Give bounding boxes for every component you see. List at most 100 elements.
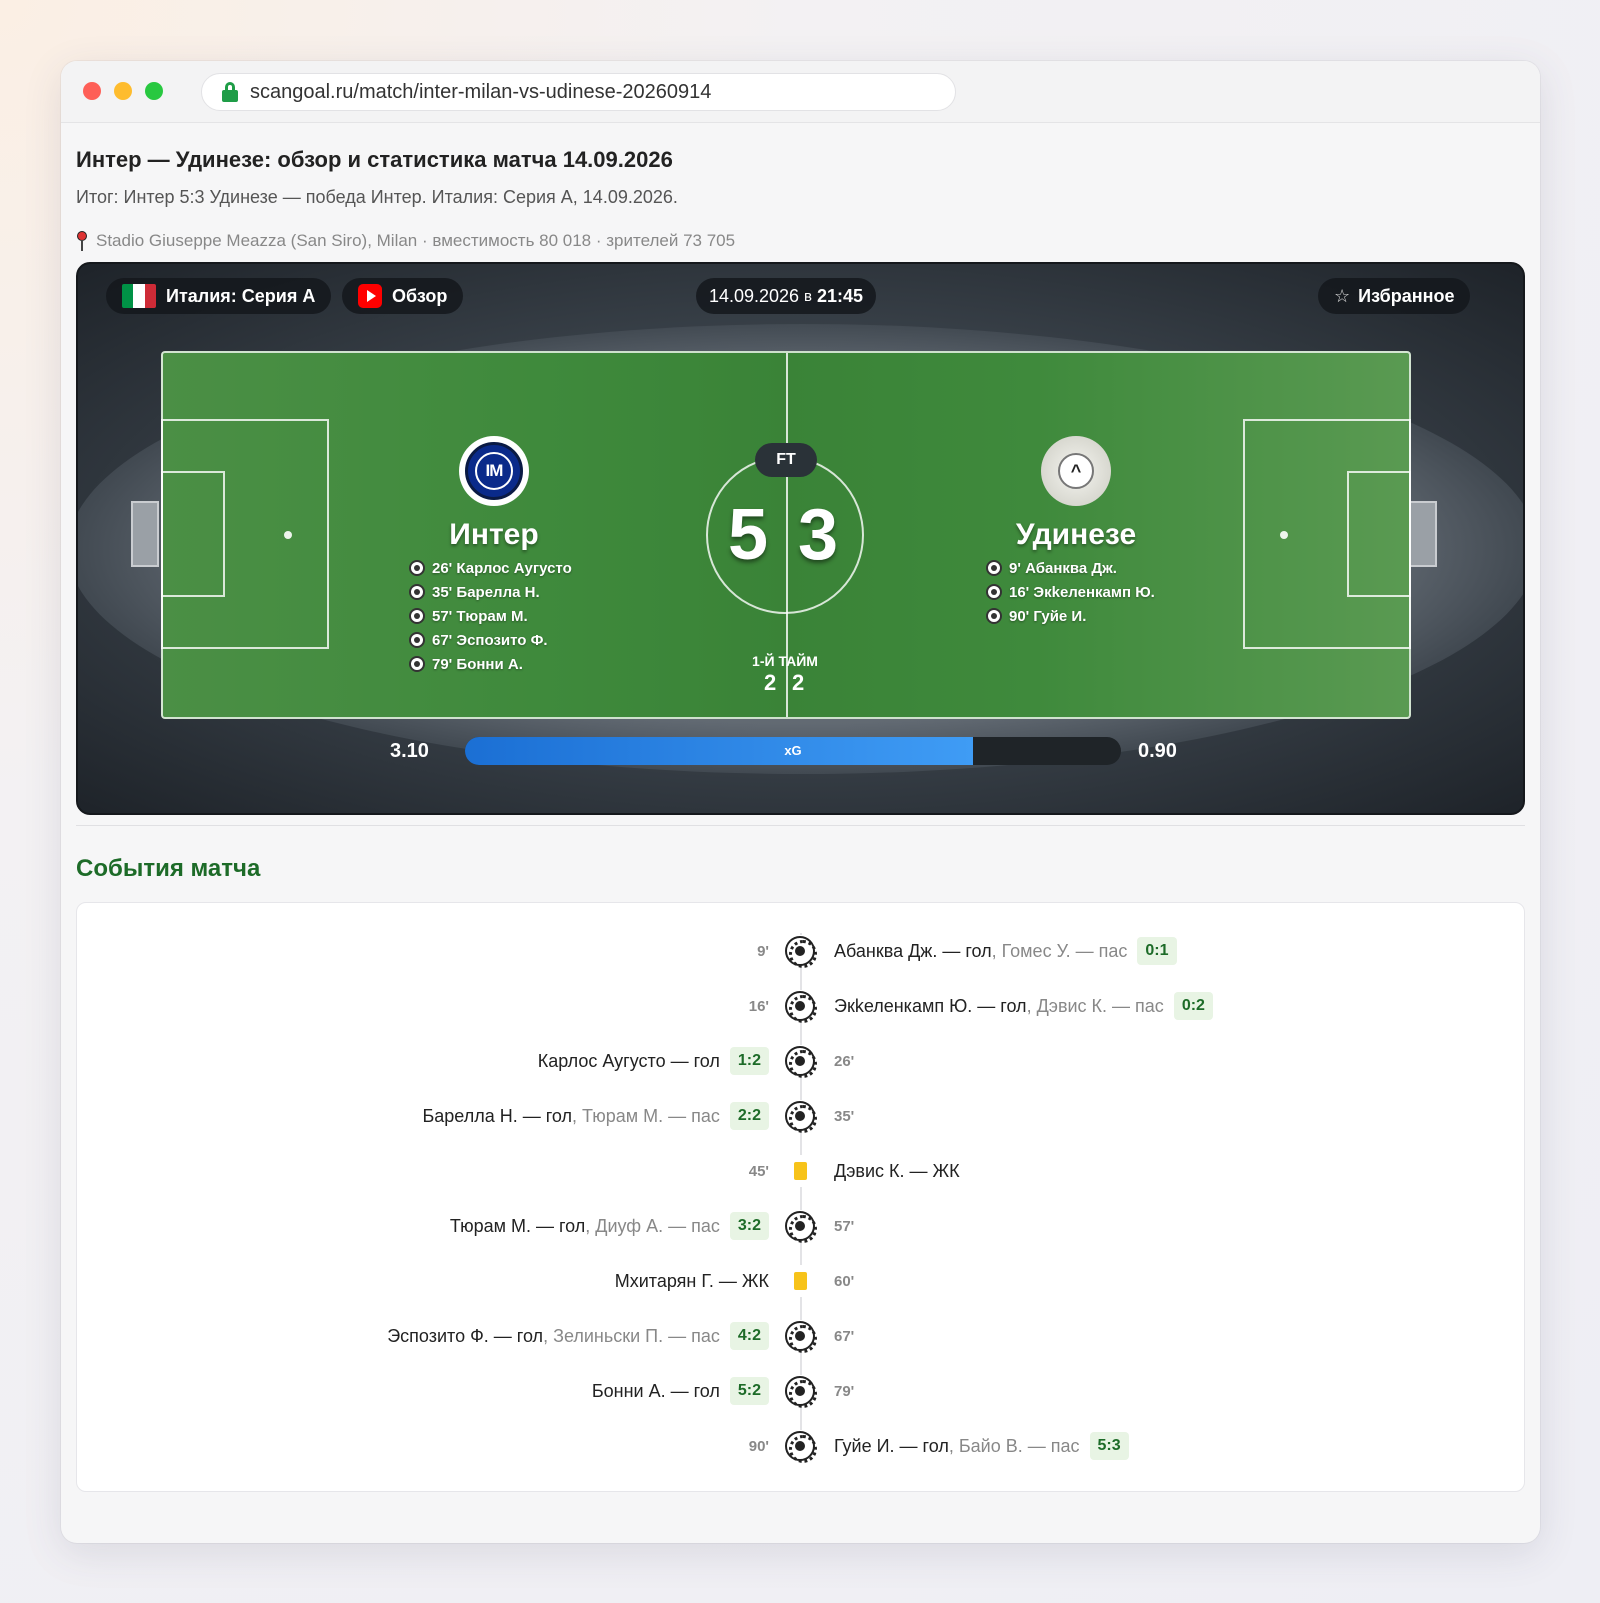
- goal-ball-icon: [784, 990, 817, 1023]
- event-score-badge: 0:1: [1137, 937, 1177, 965]
- goal-ball-icon: [784, 935, 817, 968]
- goal-ball-icon: [409, 656, 425, 672]
- goal-ball-icon: [784, 1320, 817, 1353]
- event-description: Абанква Дж. — гол: [834, 940, 992, 961]
- goal-ball-icon: [986, 584, 1002, 600]
- venue-info: Stadio Giuseppe Meazza (San Siro), Milan…: [76, 231, 735, 251]
- italy-flag-icon: [122, 284, 156, 308]
- event-right: 26': [834, 1041, 854, 1081]
- goal-ball-icon: [986, 608, 1002, 624]
- event-score-badge: 2:2: [729, 1102, 769, 1130]
- goal-ball-icon: [409, 608, 425, 624]
- goal-ball-icon: [784, 1375, 817, 1408]
- match-time: 21:45: [817, 285, 864, 306]
- event-score-badge: 4:2: [729, 1322, 769, 1350]
- inter-logo: IM: [459, 436, 529, 506]
- away-score: 3: [798, 495, 839, 575]
- event-description: Барелла Н. — гол: [422, 1105, 573, 1126]
- event-assist: , Диуф А. — пас: [585, 1215, 720, 1236]
- url-text: scangoal.ru/match/inter-milan-vs-udinese…: [250, 80, 712, 103]
- event-right: Гуйе И. — гол, Байо В. — пас 5:3: [834, 1426, 1129, 1466]
- goal-ball-icon: [986, 560, 1002, 576]
- event-description: Дэвис К. — ЖК: [834, 1160, 960, 1181]
- yellow-card-icon: [784, 1155, 816, 1187]
- event-left: 9': [757, 931, 769, 971]
- away-xg: 0.90: [1138, 740, 1177, 762]
- away-goal: [1409, 501, 1437, 567]
- udinese-logo: ^: [1041, 436, 1111, 506]
- goal-ball-icon: [784, 1045, 817, 1078]
- xg-label: xG: [784, 743, 802, 758]
- address-bar[interactable]: scangoal.ru/match/inter-milan-vs-udinese…: [201, 73, 956, 111]
- match-scoreboard: Италия: Серия А Обзор 14.09.2026 в 21:45…: [76, 262, 1525, 815]
- scorer-item: 26' Карлос Аугусто: [409, 556, 572, 580]
- league-badge[interactable]: Италия: Серия А: [106, 278, 332, 314]
- event-score-badge: 5:3: [1089, 1432, 1129, 1460]
- scorer-item: 9' Абанква Дж.: [986, 556, 1155, 580]
- page-subtitle: Итог: Интер 5:3 Удинезе — победа Интер. …: [76, 187, 678, 207]
- event-right: Экkеленкамп Ю. — гол, Дэвис К. — пас 0:2: [834, 986, 1213, 1026]
- event-left: Тюрам М. — гол, Диуф А. — пас 3:2: [450, 1206, 769, 1246]
- home-goal: [131, 501, 159, 567]
- event-minute: 26': [834, 1052, 855, 1070]
- scorer-item: 90' Гуйе И.: [986, 604, 1155, 628]
- event-right: Дэвис К. — ЖК: [834, 1151, 960, 1191]
- date-separator: в: [804, 287, 813, 305]
- event-minute: 67': [834, 1327, 855, 1345]
- event-minute: 35': [834, 1107, 855, 1125]
- xg-bar: xG: [465, 737, 1121, 765]
- event-description: Мхитарян Г. — ЖК: [614, 1270, 769, 1291]
- favorite-label: Избранное: [1358, 285, 1455, 306]
- minimize-window-button[interactable]: [114, 82, 132, 100]
- event-assist: , Тюрам М. — пас: [572, 1105, 720, 1126]
- event-row: Барелла Н. — гол, Тюрам М. — пас 2:2 35': [77, 1096, 1526, 1136]
- event-right: 35': [834, 1096, 854, 1136]
- event-left: Барелла Н. — гол, Тюрам М. — пас 2:2: [422, 1096, 769, 1136]
- browser-window: scangoal.ru/match/inter-milan-vs-udinese…: [61, 61, 1540, 1543]
- event-description: Экkеленкамп Ю. — гол: [834, 995, 1027, 1016]
- star-icon: ☆: [1334, 285, 1351, 306]
- event-right: 79': [834, 1371, 854, 1411]
- venue-text: Stadio Giuseppe Meazza (San Siro), Milan…: [96, 231, 736, 250]
- goal-ball-icon: [784, 1100, 817, 1133]
- review-button[interactable]: Обзор: [342, 278, 464, 314]
- half-time-label: 1-Й ТАЙМ: [752, 653, 818, 669]
- event-left: 45': [749, 1151, 769, 1191]
- event-row: Тюрам М. — гол, Диуф А. — пас 3:2 57': [77, 1206, 1526, 1246]
- goal-ball-icon: [409, 560, 425, 576]
- scorer-item: 79' Бонни А.: [409, 652, 572, 676]
- home-scorers: 26' Карлос Аугусто 35' Барелла Н. 57' Тю…: [409, 556, 572, 676]
- event-score-badge: 5:2: [729, 1377, 769, 1405]
- event-right: 60': [834, 1261, 854, 1301]
- goal-ball-icon: [784, 1430, 817, 1463]
- yellow-card-icon: [784, 1265, 816, 1297]
- section-divider: [76, 825, 1525, 826]
- match-datetime: 14.09.2026 в 21:45: [696, 278, 876, 314]
- event-right: Абанква Дж. — гол, Гомес У. — пас 0:1: [834, 931, 1177, 971]
- maximize-window-button[interactable]: [145, 82, 163, 100]
- event-left: Эспозито Ф. — гол, Зелиньски П. — пас 4:2: [387, 1316, 769, 1356]
- event-left: 90': [749, 1426, 769, 1466]
- goal-ball-icon: [784, 1210, 817, 1243]
- event-row: Мхитарян Г. — ЖК 60': [77, 1261, 1526, 1301]
- youtube-play-icon: [358, 284, 382, 308]
- event-description: Тюрам М. — гол: [449, 1215, 586, 1236]
- event-minute: 79': [834, 1382, 855, 1400]
- event-left: Карлос Аугусто — гол 1:2: [538, 1041, 769, 1081]
- event-minute: 45': [748, 1162, 769, 1180]
- event-left: 16': [749, 986, 769, 1026]
- home-score: 5: [728, 495, 769, 575]
- scorer-item: 57' Тюрам М.: [409, 604, 572, 628]
- close-window-button[interactable]: [83, 82, 101, 100]
- event-row: 9' Абанква Дж. — гол, Гомес У. — пас 0:1: [77, 931, 1526, 971]
- favorite-button[interactable]: ☆ Избранное: [1318, 278, 1471, 314]
- event-description: Эспозито Ф. — гол: [387, 1325, 544, 1346]
- event-right: 67': [834, 1316, 854, 1356]
- event-assist: , Дэвис К. — пас: [1026, 995, 1164, 1016]
- home-half-score: 2: [764, 670, 777, 695]
- event-description: Гуйе И. — гол: [834, 1435, 949, 1456]
- event-row: Бонни А. — гол 5:2 79': [77, 1371, 1526, 1411]
- event-description: Карлос Аугусто — гол: [537, 1050, 720, 1071]
- match-date: 14.09.2026: [708, 285, 800, 306]
- event-score-badge: 3:2: [729, 1212, 769, 1240]
